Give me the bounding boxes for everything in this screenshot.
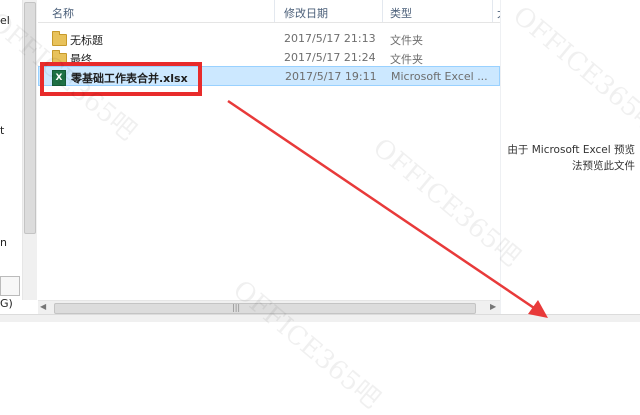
annotation-arrow-icon: [227, 99, 548, 318]
